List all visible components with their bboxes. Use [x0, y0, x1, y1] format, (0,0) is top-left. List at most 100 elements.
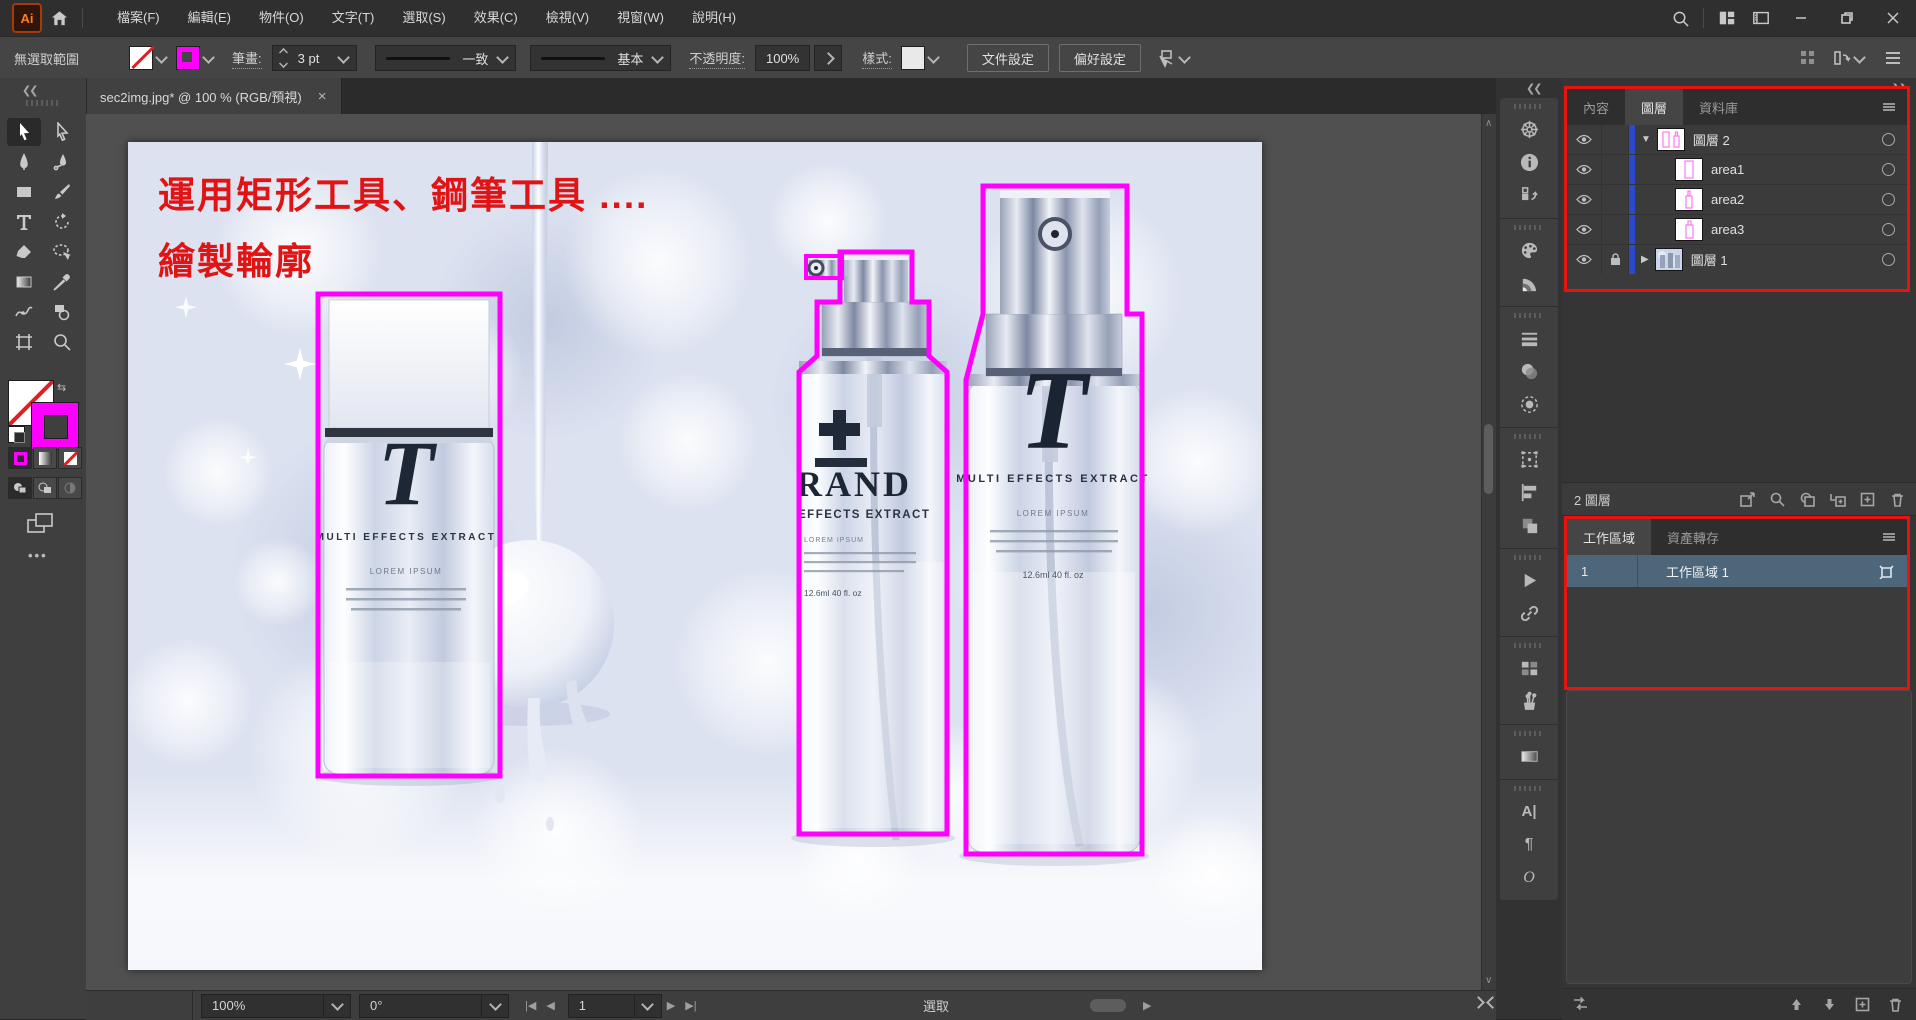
layer-thumbnail[interactable] [1655, 248, 1683, 271]
zoom-level-dropdown[interactable]: 100% [201, 994, 351, 1018]
color-guide-icon[interactable] [1500, 267, 1558, 300]
bottle-middle[interactable]: RAND EFFECTS EXTRACT LOREM IPSUM 12.6ml … [791, 252, 955, 847]
vertical-scroll-thumb[interactable] [1484, 424, 1493, 494]
layer-target-icon[interactable] [1882, 163, 1895, 176]
layer-name[interactable]: 圖層 2 [1693, 130, 1730, 149]
tab-close-icon[interactable]: × [318, 88, 327, 105]
opacity-label[interactable]: 不透明度: [689, 48, 745, 69]
isolate-selection-control[interactable] [1154, 47, 1193, 69]
stroke-magenta-swatch[interactable] [176, 46, 200, 70]
move-up-icon[interactable] [1788, 996, 1805, 1013]
lock-toggle[interactable] [1602, 215, 1629, 244]
lock-toggle[interactable] [1602, 125, 1629, 154]
width-tool[interactable] [7, 298, 41, 326]
artboard-name[interactable]: 工作區域 1 [1638, 555, 1878, 587]
menu-window[interactable]: 視窗(W) [603, 0, 678, 36]
layer-thumbnail[interactable] [1675, 188, 1703, 211]
vertical-scrollbar[interactable]: ∧ ∨ [1481, 114, 1496, 990]
rotation-dropdown[interactable]: 0° [359, 994, 509, 1018]
menu-view[interactable]: 檢視(V) [532, 0, 603, 36]
artboard[interactable]: T MULTI EFFECTS EXTRACT LOREM IPSUM [128, 142, 1262, 970]
menu-help[interactable]: 說明(H) [678, 0, 750, 36]
artboard-row[interactable]: 1 工作區域 1 [1567, 555, 1907, 587]
tab-libraries[interactable]: 資料庫 [1683, 89, 1754, 125]
layer-target-icon[interactable] [1882, 223, 1895, 236]
zoom-level-value[interactable]: 100% [202, 998, 323, 1013]
gradient-button[interactable] [33, 447, 57, 469]
last-artboard-icon[interactable]: ▶| [685, 999, 696, 1012]
pathfinder-icon[interactable] [1500, 509, 1558, 542]
rectangle-tool[interactable] [7, 178, 41, 206]
menu-edit[interactable]: 編輯(E) [174, 0, 245, 36]
delete-layer-icon[interactable] [1889, 491, 1906, 508]
layer-name[interactable]: 圖層 1 [1691, 250, 1728, 269]
menu-effect[interactable]: 效果(C) [460, 0, 532, 36]
layer-thumbnail[interactable] [1657, 128, 1685, 151]
rotation-value[interactable]: 0° [360, 998, 481, 1013]
screen-mode-icon[interactable] [26, 512, 56, 541]
bottle-left[interactable]: T MULTI EFFECTS EXTRACT LOREM IPSUM [316, 294, 501, 786]
collapse-strip-icon[interactable]: ❮❮ [1526, 82, 1540, 95]
layer-row[interactable]: ▶ 圖層 1 [1567, 245, 1907, 274]
layer-row[interactable]: ▼ 圖層 2 [1567, 125, 1907, 155]
color-icon[interactable] [1500, 234, 1558, 267]
menu-file[interactable]: 檔案(F) [103, 0, 174, 36]
layer-name[interactable]: area2 [1711, 192, 1744, 207]
draw-behind-mode-button[interactable] [33, 477, 57, 499]
panel-menu-icon[interactable] [1881, 89, 1907, 125]
draw-inside-mode-button[interactable] [58, 477, 82, 499]
stroke-proxy-magenta[interactable] [31, 402, 79, 450]
align-icon[interactable] [1500, 476, 1558, 509]
collapse-toolbar-icon[interactable]: ❮❮ [22, 84, 36, 97]
rotate-tool[interactable] [45, 208, 79, 236]
strip-drag-handle[interactable] [1514, 104, 1544, 109]
swap-fill-stroke-icon[interactable]: ⇆ [57, 381, 66, 394]
artboard-tool[interactable] [7, 328, 41, 356]
search-icon[interactable] [1663, 0, 1697, 36]
paragraph-icon[interactable]: ¶ [1500, 828, 1558, 861]
selection-tool[interactable] [7, 118, 41, 146]
stroke-weight-stepper[interactable] [277, 47, 290, 69]
lasso-tool[interactable] [45, 238, 79, 266]
visibility-toggle[interactable] [1567, 215, 1602, 244]
toolbar-drag-handle[interactable] [26, 100, 60, 106]
character-icon[interactable]: A| [1500, 795, 1558, 828]
dashed-circle-icon[interactable] [1500, 388, 1558, 421]
status-play-icon[interactable]: ▶ [1143, 999, 1151, 1012]
menu-object[interactable]: 物件(O) [245, 0, 318, 36]
none-button[interactable] [58, 447, 82, 469]
layer-row[interactable]: area2 [1567, 185, 1907, 215]
previous-artboard-icon[interactable]: ◀ [546, 999, 554, 1012]
stroke-weight-field[interactable]: 3 pt [272, 45, 358, 71]
actions-icon[interactable] [1500, 564, 1558, 597]
type-tool[interactable] [7, 208, 41, 236]
width-profile-dropdown[interactable]: 一致 [375, 45, 516, 71]
illustrator-logo-icon[interactable]: Ai [12, 3, 42, 33]
menu-select[interactable]: 選取(S) [388, 0, 459, 36]
document-arrange-icon[interactable] [1833, 49, 1868, 67]
history-icon[interactable] [1500, 179, 1558, 212]
artboard-navigation-field[interactable]: 1 [568, 994, 662, 1018]
tab-artboards[interactable]: 工作區域 [1567, 519, 1651, 555]
window-restore-button[interactable] [1824, 0, 1870, 36]
first-artboard-icon[interactable]: |◀ [525, 999, 536, 1012]
draw-normal-mode-button[interactable] [8, 477, 32, 499]
window-minimize-button[interactable] [1778, 0, 1824, 36]
fill-none-swatch[interactable] [129, 46, 153, 70]
eraser-tool[interactable] [7, 238, 41, 266]
visibility-toggle[interactable] [1567, 245, 1602, 274]
shape-builder-tool[interactable] [45, 298, 79, 326]
layer-target-icon[interactable] [1882, 253, 1895, 266]
direct-selection-tool[interactable] [45, 118, 79, 146]
stroke-color-control[interactable] [176, 46, 217, 70]
visibility-toggle[interactable] [1567, 155, 1602, 184]
scroll-up-icon[interactable]: ∧ [1485, 118, 1492, 129]
window-close-button[interactable] [1870, 0, 1916, 36]
document-setup-button[interactable]: 文件設定 [967, 44, 1049, 72]
home-icon[interactable] [42, 0, 76, 36]
locate-object-icon[interactable] [1769, 491, 1786, 508]
layer-row[interactable]: area1 [1567, 155, 1907, 185]
next-artboard-icon[interactable]: ▶ [667, 999, 675, 1012]
chevron-down-icon[interactable]: ▼ [1641, 134, 1651, 145]
layer-row[interactable]: area3 [1567, 215, 1907, 245]
